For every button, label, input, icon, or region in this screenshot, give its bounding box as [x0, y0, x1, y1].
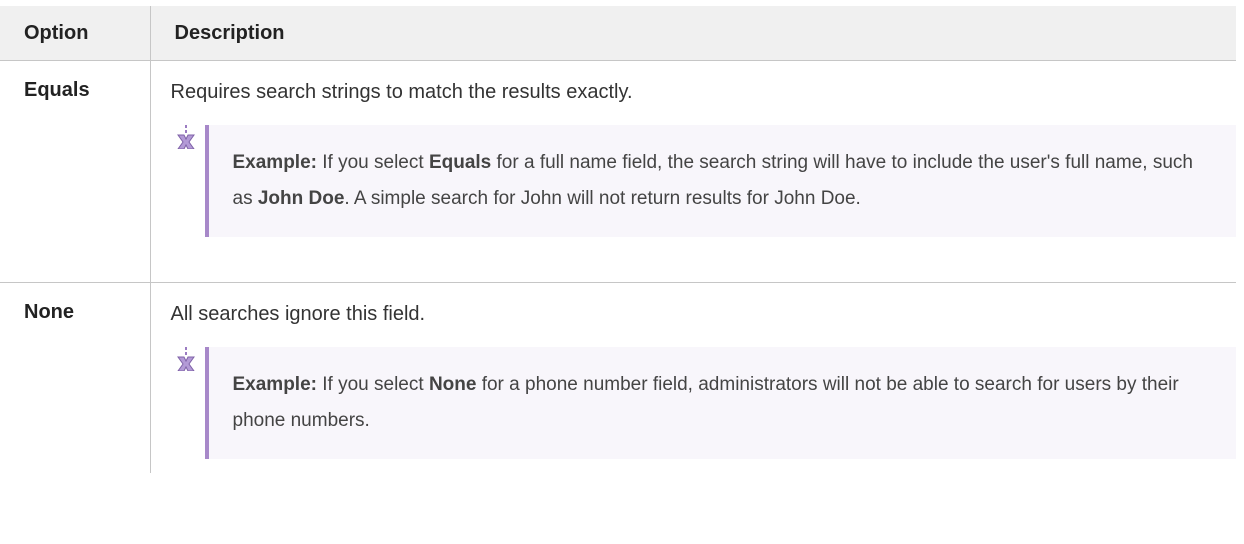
header-description: Description [149, 6, 1236, 61]
header-option: Option [0, 6, 151, 61]
example-note-text: Example: If you select None for a phone … [204, 347, 1236, 459]
note-bold-term: Equals [428, 152, 492, 173]
example-note: Example: If you select Equals for a full… [171, 125, 1236, 237]
table-header-row: Option Description [0, 6, 1236, 61]
example-note-icon [176, 347, 195, 371]
example-note-text: Example: If you select Equals for a full… [204, 125, 1236, 237]
note-bold-term: None [428, 374, 477, 395]
option-description-cell: All searches ignore this field. Example:… [149, 282, 1236, 473]
option-name: None [0, 282, 151, 473]
note-text: If you select [316, 374, 429, 395]
option-description-cell: Requires search strings to match the res… [149, 60, 1236, 283]
example-note-icon [176, 125, 195, 149]
example-note: Example: If you select None for a phone … [171, 347, 1236, 459]
table-row: None All searches ignore this field. Exa… [0, 282, 1236, 473]
options-table: Option Description Equals Requires searc… [0, 6, 1236, 473]
note-text: If you select [316, 152, 429, 173]
note-bold-term: John Doe [257, 188, 345, 209]
note-label: Example: [232, 152, 317, 173]
option-description: Requires search strings to match the res… [170, 81, 633, 103]
table-row: Equals Requires search strings to match … [0, 60, 1236, 283]
note-label: Example: [232, 374, 317, 395]
note-text: . A simple search for John will not retu… [344, 188, 861, 209]
option-description: All searches ignore this field. [170, 303, 426, 325]
option-name: Equals [0, 60, 151, 283]
